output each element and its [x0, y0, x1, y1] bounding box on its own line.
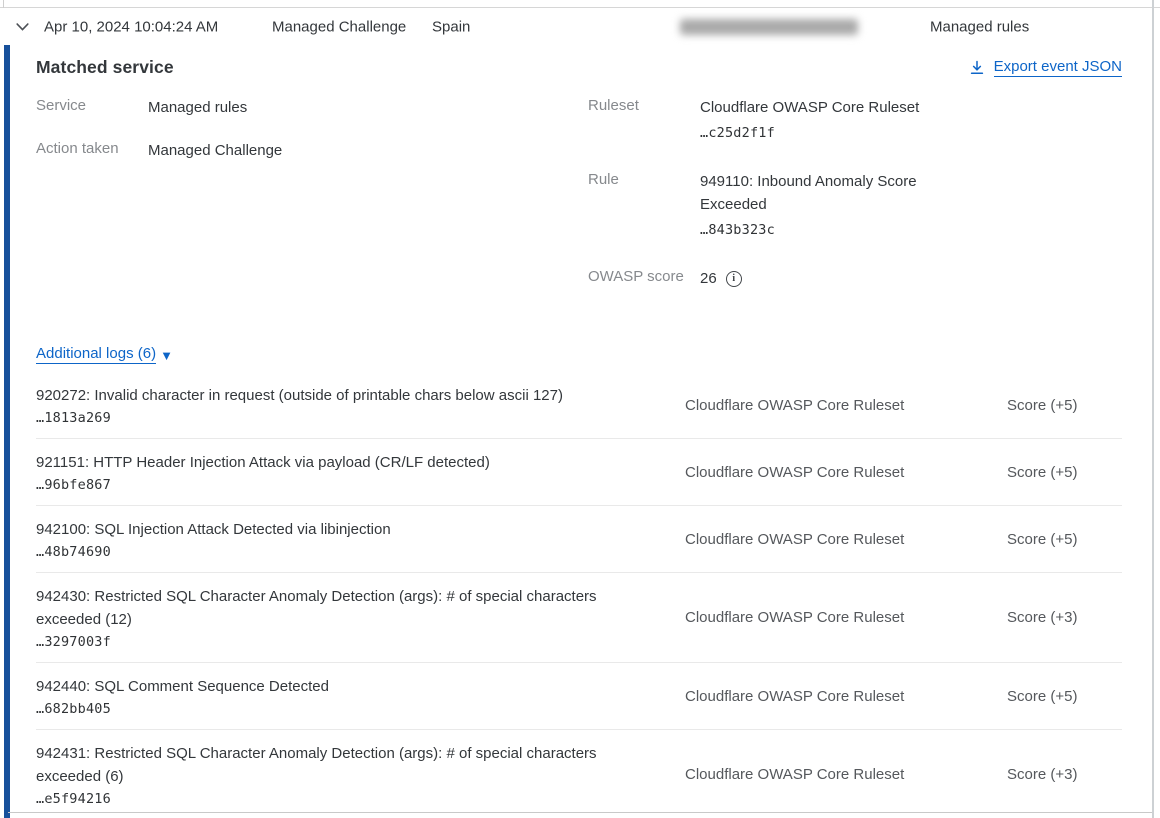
log-rule-description: 942431: Restricted SQL Character Anomaly… [36, 742, 661, 788]
log-score: Score (+5) [1007, 397, 1122, 414]
log-ruleset: Cloudflare OWASP Core Ruleset [685, 609, 1007, 626]
panel-bottom-border [8, 812, 1152, 813]
ruleset-id: …c25d2f1f [700, 122, 942, 145]
log-row: 942431: Restricted SQL Character Anomaly… [36, 730, 1122, 818]
log-score: Score (+5) [1007, 464, 1122, 481]
owasp-score-value: 26 [700, 267, 717, 290]
log-ruleset: Cloudflare OWASP Core Ruleset [685, 397, 1007, 414]
log-rule-id: …682bb405 [36, 701, 661, 717]
matched-service-fields: Service Managed rules Action taken Manag… [36, 96, 1122, 315]
field-owasp-score: OWASP score 26 i [588, 267, 1122, 290]
log-row: 942100: SQL Injection Attack Detected vi… [36, 506, 1122, 573]
log-score: Score (+5) [1007, 688, 1122, 705]
log-score: Score (+5) [1007, 531, 1122, 548]
ruleset-name: Cloudflare OWASP Core Ruleset [700, 96, 942, 119]
security-event-details-screen: Apr 10, 2024 10:04:24 AM Managed Challen… [0, 0, 1160, 818]
log-row: 921151: HTTP Header Injection Attack via… [36, 439, 1122, 506]
event-service: Managed rules [930, 19, 1029, 36]
field-label: Action taken [36, 139, 148, 162]
field-label: Rule [588, 170, 700, 242]
log-ruleset: Cloudflare OWASP Core Ruleset [685, 464, 1007, 481]
log-rule-description: 942440: SQL Comment Sequence Detected [36, 675, 661, 698]
log-rule-id: …3297003f [36, 634, 661, 650]
export-event-json-label: Export event JSON [994, 58, 1122, 77]
field-value: 26 i [700, 267, 942, 290]
info-icon[interactable]: i [726, 271, 742, 287]
log-row: 920272: Invalid character in request (ou… [36, 378, 1122, 439]
log-rule-description: 942100: SQL Injection Attack Detected vi… [36, 518, 661, 541]
log-score: Score (+3) [1007, 766, 1122, 783]
fields-column-right: Ruleset Cloudflare OWASP Core Ruleset …c… [588, 96, 1122, 315]
log-ruleset: Cloudflare OWASP Core Ruleset [685, 766, 1007, 783]
field-rule: Rule 949110: Inbound Anomaly Score Excee… [588, 170, 1122, 242]
field-value: Managed rules [148, 96, 247, 119]
log-rule-id: …48b74690 [36, 544, 661, 560]
field-label: Service [36, 96, 148, 119]
log-row: 942430: Restricted SQL Character Anomaly… [36, 573, 1122, 663]
field-value: Cloudflare OWASP Core Ruleset …c25d2f1f [700, 96, 942, 145]
log-rule-id: …96bfe867 [36, 477, 661, 493]
field-ruleset: Ruleset Cloudflare OWASP Core Ruleset …c… [588, 96, 1122, 145]
export-event-json-button[interactable]: Export event JSON [969, 58, 1122, 77]
caret-down-icon: ▼ [160, 349, 173, 362]
event-summary-row[interactable]: Apr 10, 2024 10:04:24 AM Managed Challen… [0, 9, 1152, 45]
fields-column-left: Service Managed rules Action taken Manag… [36, 96, 588, 315]
log-rule-id: …1813a269 [36, 410, 661, 426]
log-rule-description: 942430: Restricted SQL Character Anomaly… [36, 585, 661, 631]
field-value: 949110: Inbound Anomaly Score Exceeded …… [700, 170, 942, 242]
additional-logs-label: Additional logs (6) [36, 345, 156, 364]
event-action-taken: Managed Challenge [272, 19, 406, 36]
field-action-taken: Action taken Managed Challenge [36, 139, 588, 162]
previous-row-divider [0, 0, 1160, 8]
log-rule-id: …e5f94216 [36, 791, 661, 807]
download-icon [969, 60, 985, 76]
rule-id: …843b323c [700, 219, 942, 242]
panel-title: Matched service [36, 57, 174, 78]
log-rule-description: 921151: HTTP Header Injection Attack via… [36, 451, 661, 474]
matched-service-panel: Matched service Export event JSON Servic… [0, 45, 1152, 818]
rule-name: 949110: Inbound Anomaly Score Exceeded [700, 170, 942, 216]
log-rule-description: 920272: Invalid character in request (ou… [36, 384, 661, 407]
table-left-border [3, 0, 4, 8]
table-right-border [1152, 0, 1154, 818]
field-value: Managed Challenge [148, 139, 282, 162]
chevron-down-icon[interactable] [14, 19, 31, 36]
additional-logs-toggle[interactable]: Additional logs (6) ▼ [36, 345, 173, 364]
additional-logs-table: 920272: Invalid character in request (ou… [36, 378, 1122, 818]
field-label: Ruleset [588, 96, 700, 145]
field-label: OWASP score [588, 267, 700, 290]
log-score: Score (+3) [1007, 609, 1122, 626]
field-service: Service Managed rules [36, 96, 588, 119]
log-ruleset: Cloudflare OWASP Core Ruleset [685, 531, 1007, 548]
event-timestamp: Apr 10, 2024 10:04:24 AM [44, 19, 218, 36]
event-country: Spain [432, 19, 470, 36]
redacted-hostname [680, 19, 858, 35]
log-row: 942440: SQL Comment Sequence Detected …6… [36, 663, 1122, 730]
panel-header: Matched service Export event JSON [36, 57, 1122, 78]
log-ruleset: Cloudflare OWASP Core Ruleset [685, 688, 1007, 705]
